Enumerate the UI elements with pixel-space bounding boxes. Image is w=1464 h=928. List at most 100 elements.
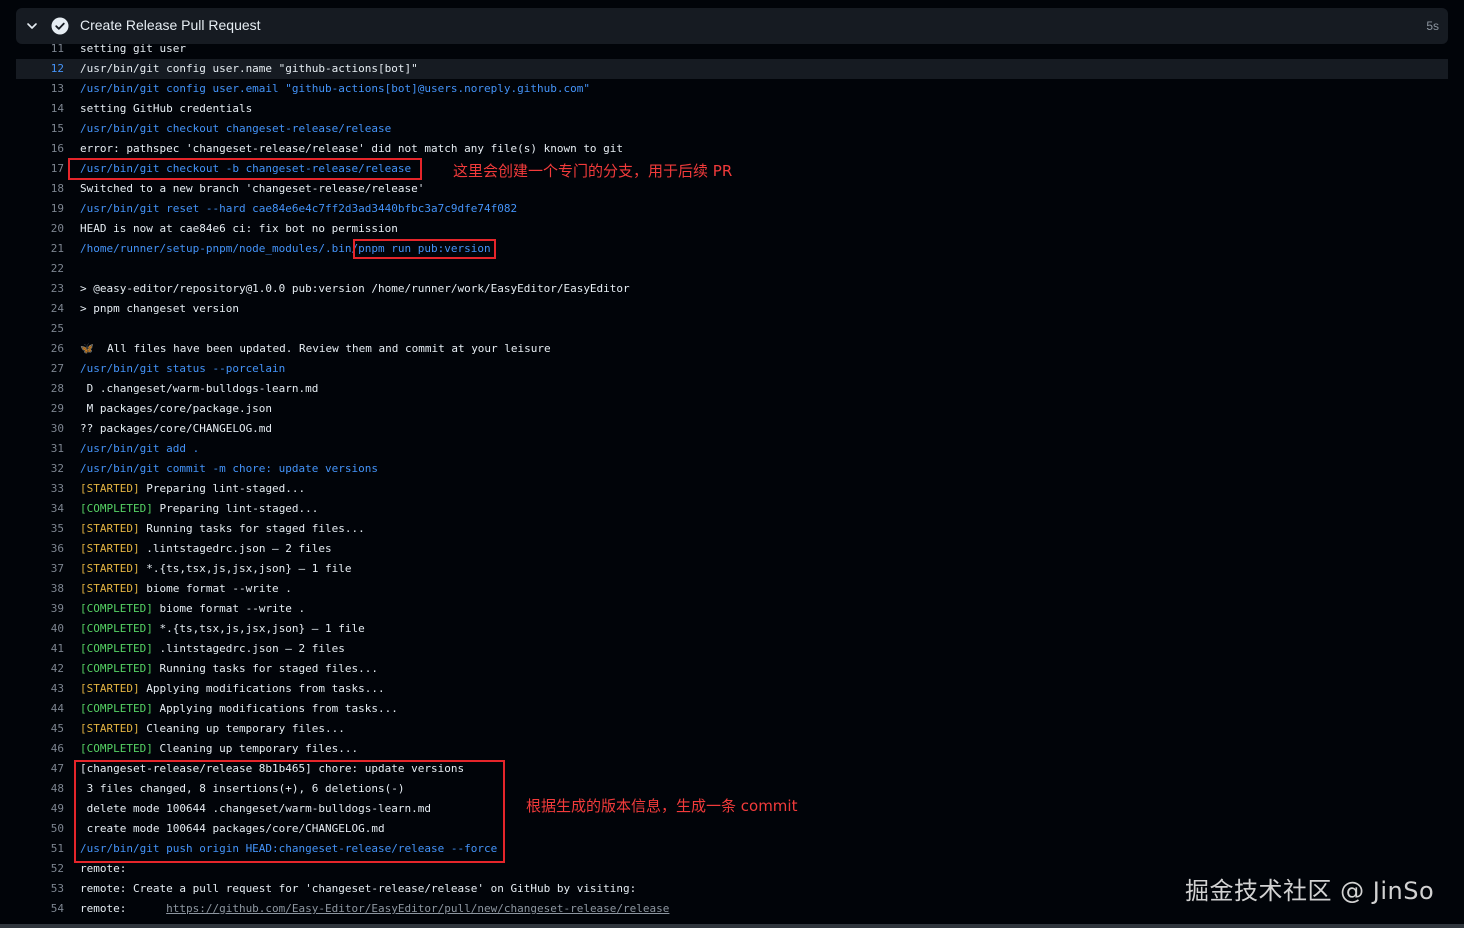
line-number[interactable]: 19	[16, 199, 64, 219]
line-number[interactable]: 49	[16, 799, 64, 819]
line-number[interactable]: 47	[16, 759, 64, 779]
line-number[interactable]: 28	[16, 379, 64, 399]
line-number[interactable]: 31	[16, 439, 64, 459]
status-tag-started: [STARTED]	[80, 562, 140, 575]
line-number[interactable]: 30	[16, 419, 64, 439]
log-message: Running tasks for staged files...	[139, 522, 365, 535]
line-number[interactable]: 33	[16, 479, 64, 499]
line-number[interactable]: 40	[16, 619, 64, 639]
log-text: [STARTED] Preparing lint-staged...	[80, 479, 305, 499]
log-line: 28 D .changeset/warm-bulldogs-learn.md	[16, 379, 1448, 399]
log-text: [STARTED] Cleaning up temporary files...	[80, 719, 345, 739]
line-number[interactable]: 54	[16, 899, 64, 919]
line-number[interactable]: 32	[16, 459, 64, 479]
log-command: /usr/bin/git commit -m chore: update ver…	[80, 462, 379, 475]
line-number[interactable]: 48	[16, 779, 64, 799]
log-command: /usr/bin/git checkout changeset-release/…	[80, 122, 392, 135]
log-text: error: pathspec 'changeset-release/relea…	[80, 142, 624, 155]
log-command: /usr/bin/git status --porcelain	[80, 362, 286, 375]
log-text: [STARTED] Running tasks for staged files…	[80, 519, 365, 539]
line-number[interactable]: 42	[16, 659, 64, 679]
log-text: [changeset-release/release 8b1b465] chor…	[80, 762, 465, 775]
pull-request-link[interactable]: https://github.com/Easy-Editor/EasyEdito…	[166, 902, 669, 915]
status-tag-completed: [COMPLETED]	[80, 642, 153, 655]
chevron-down-icon[interactable]	[24, 18, 40, 34]
line-number[interactable]: 35	[16, 519, 64, 539]
line-number[interactable]: 37	[16, 559, 64, 579]
status-tag-started: [STARTED]	[80, 582, 140, 595]
line-number[interactable]: 25	[16, 319, 64, 339]
log-line: 39 [COMPLETED] biome format --write .	[16, 599, 1448, 619]
line-number[interactable]: 15	[16, 119, 64, 139]
log-text: [COMPLETED] .lintstagedrc.json — 2 files	[80, 639, 345, 659]
line-number[interactable]: 41	[16, 639, 64, 659]
step-duration: 5s	[1426, 19, 1439, 33]
status-tag-started: [STARTED]	[80, 482, 140, 495]
line-number[interactable]: 27	[16, 359, 64, 379]
line-number[interactable]: 17	[16, 159, 64, 179]
line-number[interactable]: 38	[16, 579, 64, 599]
line-number[interactable]: 18	[16, 179, 64, 199]
log-command-path: /home/runner/setup-pnpm/node_modules/.bi…	[80, 242, 359, 255]
line-number[interactable]: 16	[16, 139, 64, 159]
line-number[interactable]: 20	[16, 219, 64, 239]
log-text: remote:	[80, 862, 127, 875]
line-number[interactable]: 53	[16, 879, 64, 899]
watermark: 掘金技术社区 @ JinSo	[1185, 877, 1435, 905]
log-line: 24 > pnpm changeset version	[16, 299, 1448, 319]
log-line: 19/usr/bin/git reset --hard cae84e6e4c7f…	[16, 199, 1448, 219]
status-tag-completed: [COMPLETED]	[80, 622, 153, 635]
log-text: [STARTED] Applying modifications from ta…	[80, 679, 385, 699]
line-number[interactable]: 39	[16, 599, 64, 619]
line-number[interactable]: 51	[16, 839, 64, 859]
status-tag-started: [STARTED]	[80, 682, 140, 695]
log-text: Switched to a new branch 'changeset-rele…	[80, 182, 425, 195]
log-line: 38 [STARTED] biome format --write .	[16, 579, 1448, 599]
log-text: [COMPLETED] biome format --write .	[80, 599, 305, 619]
line-number[interactable]: 22	[16, 259, 64, 279]
log-line: 21/home/runner/setup-pnpm/node_modules/.…	[16, 239, 1448, 259]
log-message: biome format --write .	[152, 602, 306, 615]
log-command: /usr/bin/git push origin HEAD:changeset-…	[80, 842, 498, 855]
log-text: > @easy-editor/repository@1.0.0 pub:vers…	[80, 282, 630, 295]
log-line: 51/usr/bin/git push origin HEAD:changese…	[16, 839, 1448, 859]
log-line: 42 [COMPLETED] Running tasks for staged f…	[16, 659, 1448, 679]
check-circle-icon	[51, 17, 69, 35]
line-number[interactable]: 12	[16, 59, 64, 79]
log-line: 13/usr/bin/git config user.email "github…	[16, 79, 1448, 99]
log-text: ?? packages/core/CHANGELOG.md	[80, 422, 273, 435]
line-number[interactable]: 43	[16, 679, 64, 699]
log-text: [COMPLETED] Preparing lint-staged...	[80, 499, 318, 519]
line-number[interactable]: 45	[16, 719, 64, 739]
log-line: 11 setting git user	[16, 39, 1448, 59]
line-number[interactable]: 44	[16, 699, 64, 719]
log-line: 14 setting GitHub credentials	[16, 99, 1448, 119]
log-text: [COMPLETED] Running tasks for staged fil…	[80, 659, 378, 679]
log-line: 31/usr/bin/git add .	[16, 439, 1448, 459]
step-title: Create Release Pull Request	[80, 17, 261, 33]
line-number[interactable]: 23	[16, 279, 64, 299]
line-number[interactable]: 21	[16, 239, 64, 259]
line-number[interactable]: 11	[16, 39, 64, 59]
log-message: remote:	[80, 902, 167, 915]
log-text: /usr/bin/git config user.name "github-ac…	[80, 62, 418, 75]
line-number[interactable]: 50	[16, 819, 64, 839]
log-line: 45 [STARTED] Cleaning up temporary files.…	[16, 719, 1448, 739]
line-number[interactable]: 26	[16, 339, 64, 359]
log-text: [COMPLETED] Applying modifications from …	[80, 699, 398, 719]
log-line: 33 [STARTED] Preparing lint-staged...	[16, 479, 1448, 499]
line-number[interactable]: 13	[16, 79, 64, 99]
log-line: 22	[16, 259, 1448, 279]
log-text: setting git user	[80, 42, 186, 55]
line-number[interactable]: 14	[16, 99, 64, 119]
line-number[interactable]: 29	[16, 399, 64, 419]
log-command: /home/runner/setup-pnpm/node_modules/.bi…	[80, 239, 491, 259]
line-number[interactable]: 36	[16, 539, 64, 559]
line-number[interactable]: 52	[16, 859, 64, 879]
line-number[interactable]: 24	[16, 299, 64, 319]
line-number[interactable]: 46	[16, 739, 64, 759]
annotation-commit-note: 根据生成的版本信息，生成一条 commit	[526, 797, 798, 815]
status-tag-completed: [COMPLETED]	[80, 502, 153, 515]
line-number[interactable]: 34	[16, 499, 64, 519]
log-text: [STARTED] .lintstagedrc.json — 2 files	[80, 539, 332, 559]
